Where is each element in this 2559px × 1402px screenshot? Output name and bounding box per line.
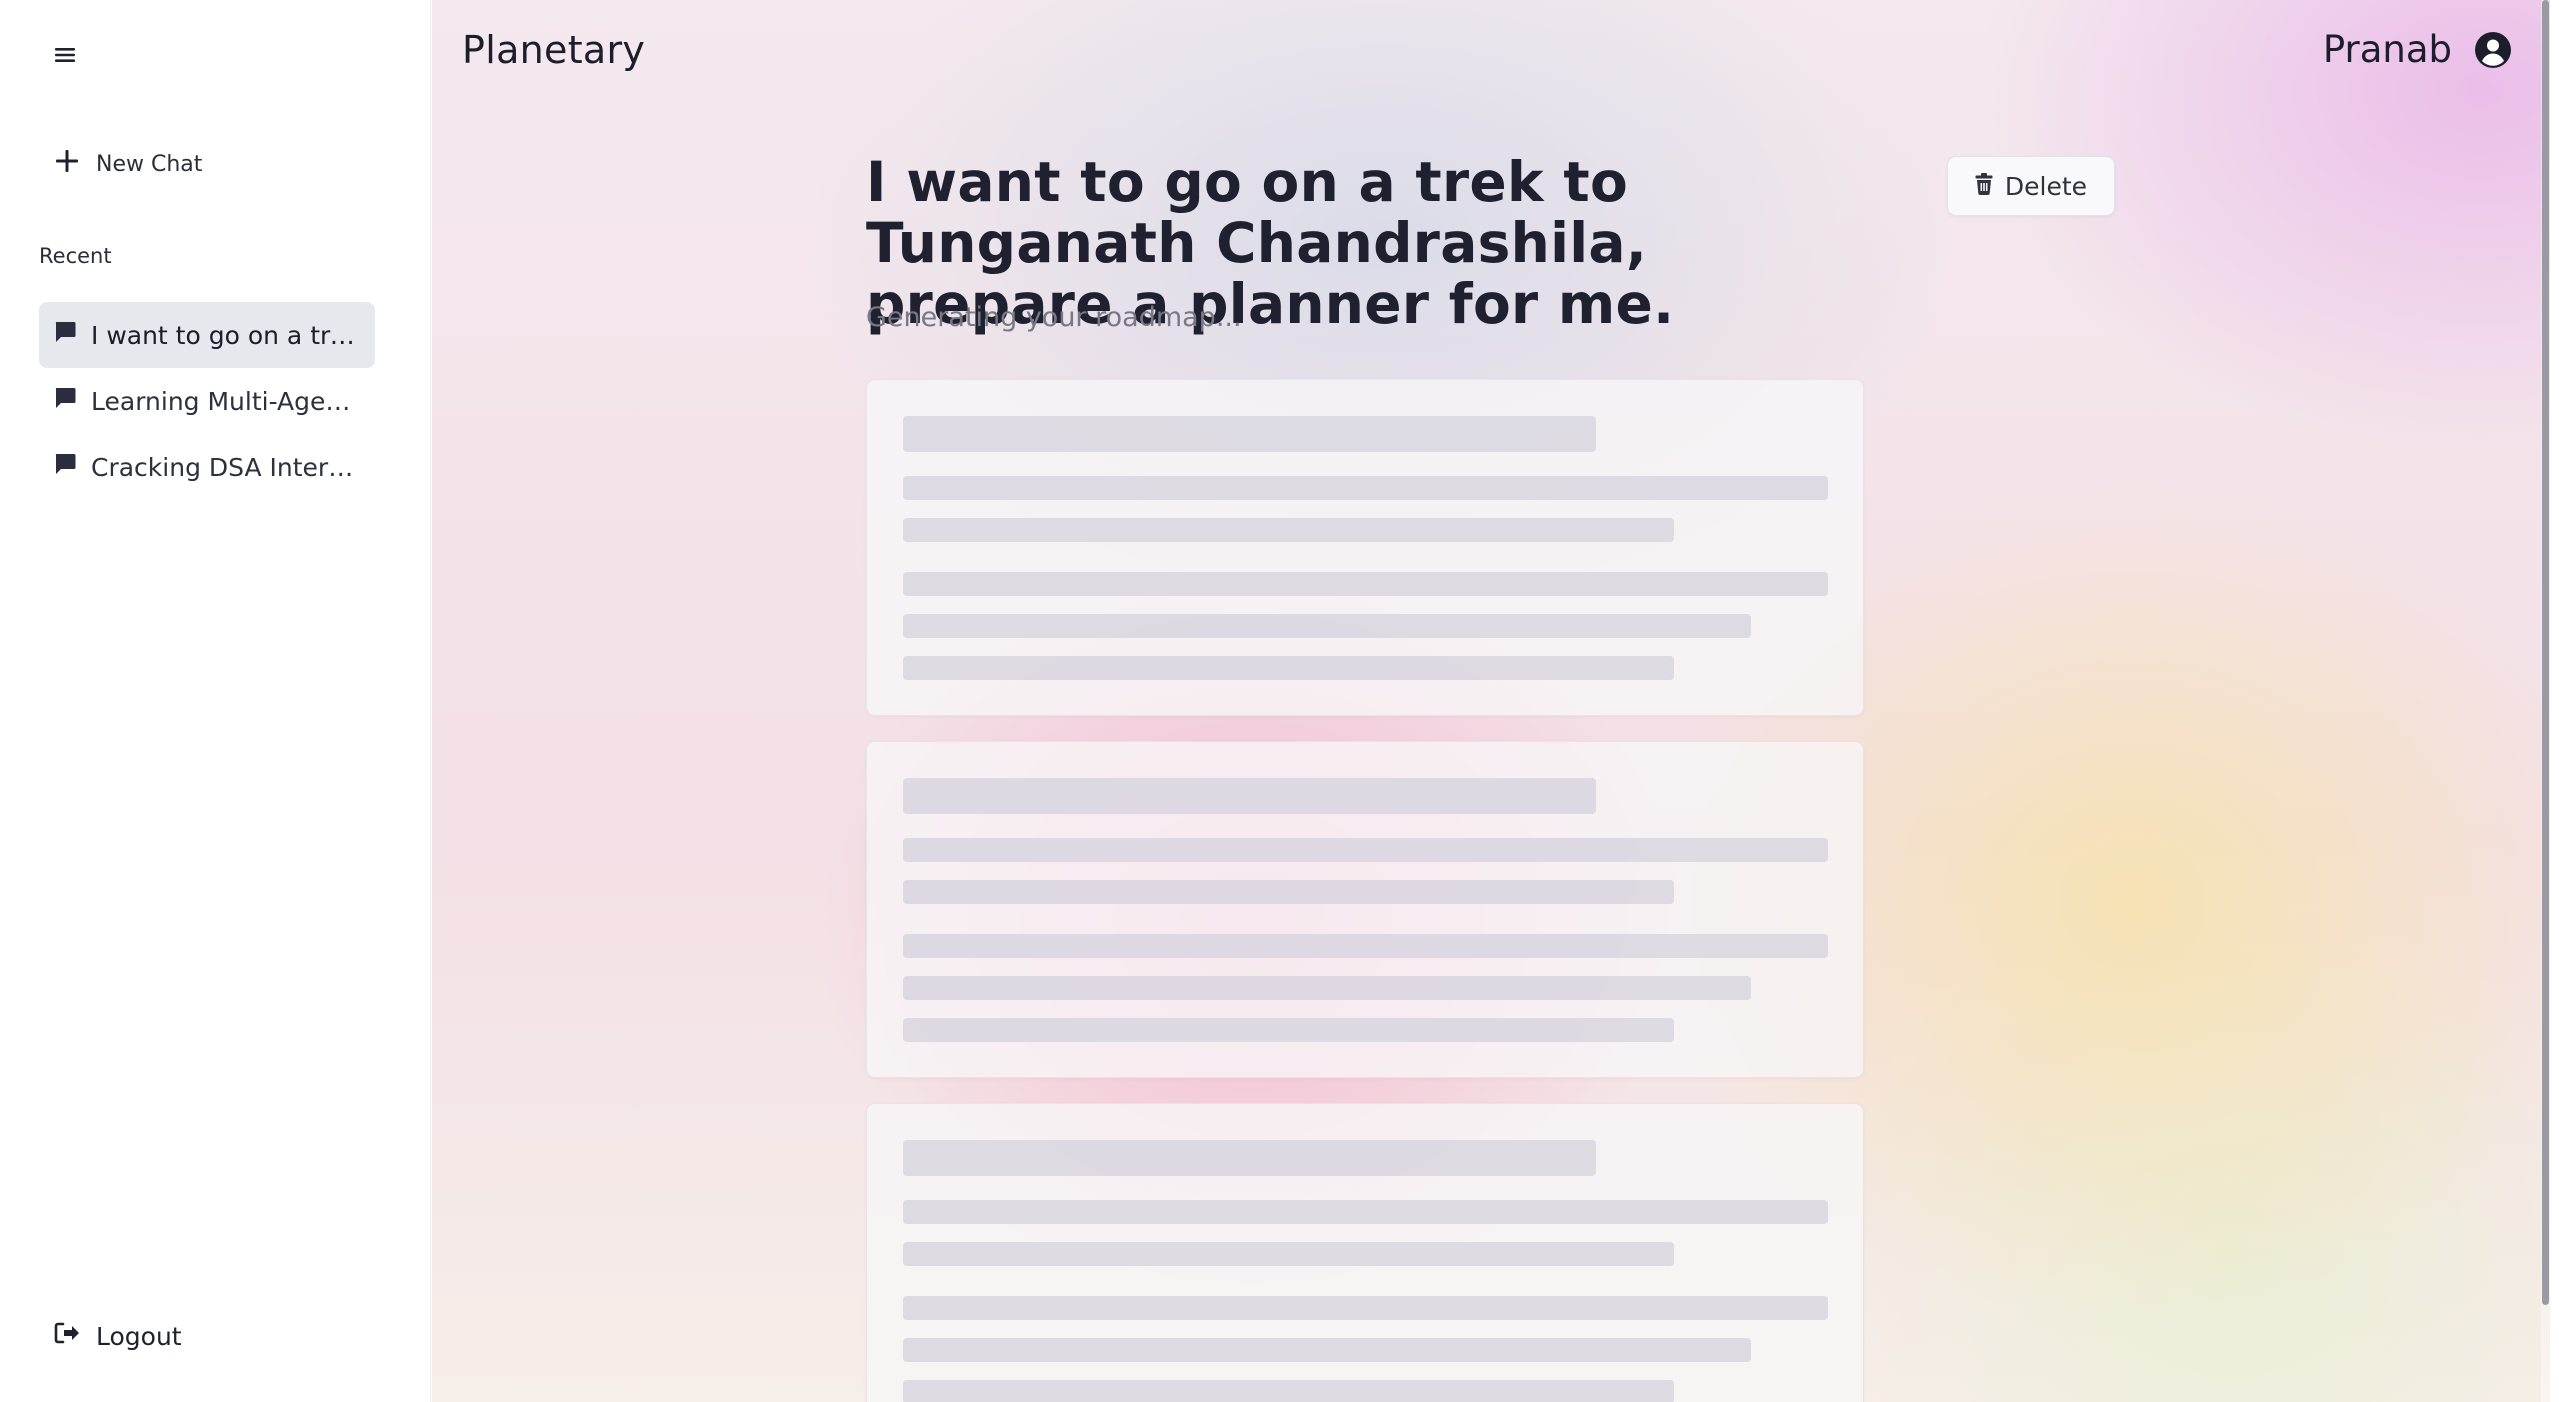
app-title: Planetary	[462, 28, 646, 72]
chat-item-dsa[interactable]: Cracking DSA Interviews	[39, 434, 375, 500]
chat-item-label: Learning Multi-Agent Systems	[91, 386, 359, 416]
chat-bubble-icon	[53, 386, 77, 416]
scrollbar[interactable]	[2541, 0, 2550, 1402]
skeleton-heading	[903, 778, 1596, 814]
skeleton-heading	[903, 1140, 1596, 1176]
skeleton-line	[903, 880, 1674, 904]
trash-icon	[1975, 172, 1993, 201]
skeleton-line	[903, 1242, 1674, 1266]
skeleton-line	[903, 838, 1828, 862]
user-avatar-icon[interactable]	[2474, 31, 2512, 69]
delete-label: Delete	[2004, 171, 2088, 201]
loading-card	[866, 1103, 1864, 1402]
sidebar: New Chat Recent I want to go on a trek t…	[0, 0, 431, 1402]
skeleton-line	[903, 976, 1751, 1000]
skeleton-line	[903, 476, 1828, 500]
user-menu[interactable]: Pranab	[2323, 28, 2512, 71]
chat-bubble-icon	[53, 452, 77, 482]
delete-button[interactable]: Delete	[1947, 156, 2115, 216]
menu-icon[interactable]	[50, 40, 80, 70]
chat-item-trek[interactable]: I want to go on a trek to Tunganath Chan…	[39, 302, 375, 368]
logout-icon	[54, 1321, 80, 1351]
main-panel: Planetary Pranab I want to go on a trek …	[432, 0, 2550, 1402]
skeleton-line	[903, 1338, 1751, 1362]
skeleton-line	[903, 1018, 1674, 1042]
skeleton-line	[903, 572, 1828, 596]
recent-heading: Recent	[39, 244, 112, 268]
chat-bubble-icon	[53, 320, 77, 350]
chat-history-list: I want to go on a trek to Tunganath Chan…	[39, 302, 375, 500]
skeleton-heading	[903, 416, 1596, 452]
chat-item-label: Cracking DSA Interviews	[91, 452, 359, 482]
skeleton-line	[903, 934, 1828, 958]
logout-button[interactable]: Logout	[54, 1316, 182, 1356]
skeleton-line	[903, 614, 1751, 638]
plus-icon	[54, 148, 80, 180]
logout-label: Logout	[96, 1321, 182, 1351]
status-text: Generating your roadmap...	[866, 302, 1242, 333]
skeleton-line	[903, 656, 1674, 680]
skeleton-line	[903, 518, 1674, 542]
loading-card	[866, 741, 1864, 1078]
new-chat-label: New Chat	[96, 151, 203, 177]
user-name: Pranab	[2322, 28, 2452, 71]
scrollbar-thumb[interactable]	[2542, 0, 2549, 1305]
skeleton-line	[903, 1380, 1674, 1402]
new-chat-button[interactable]: New Chat	[54, 142, 202, 186]
loading-card	[866, 379, 1864, 716]
skeleton-line	[903, 1200, 1828, 1224]
chat-item-label: I want to go on a trek to Tunganath Chan…	[91, 320, 359, 350]
skeleton-line	[903, 1296, 1828, 1320]
chat-item-multi-agent[interactable]: Learning Multi-Agent Systems	[39, 368, 375, 434]
